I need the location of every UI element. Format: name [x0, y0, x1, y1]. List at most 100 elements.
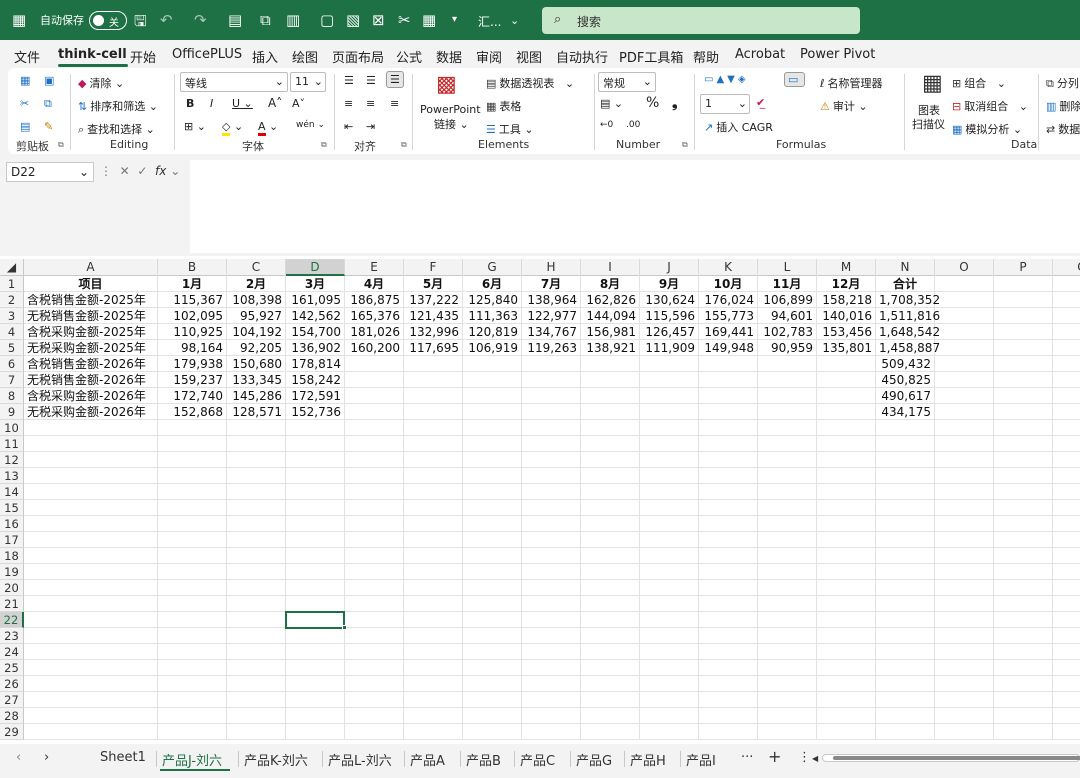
sheet-tab[interactable]: Sheet1: [100, 750, 146, 765]
header-cell[interactable]: 5月: [404, 276, 463, 292]
row-header-6[interactable]: 6: [0, 356, 24, 372]
empty-cell[interactable]: [463, 532, 522, 548]
empty-cell[interactable]: [24, 516, 158, 532]
empty-cell[interactable]: [286, 724, 345, 740]
clear-button[interactable]: ◆ 清除 ⌄: [78, 75, 124, 91]
empty-cell[interactable]: [24, 580, 158, 596]
value-cell[interactable]: [345, 372, 404, 388]
empty-cell[interactable]: [699, 500, 758, 516]
empty-cell[interactable]: [463, 548, 522, 564]
font-size-combo[interactable]: 11 ⌄: [290, 72, 326, 92]
value-cell[interactable]: 1,708,352: [876, 292, 940, 308]
empty-cell[interactable]: [758, 596, 817, 612]
empty-cell[interactable]: [522, 516, 581, 532]
empty-cell[interactable]: [404, 484, 463, 500]
empty-cell[interactable]: [404, 500, 463, 516]
empty-cell[interactable]: [286, 436, 345, 452]
column-header-q[interactable]: Q: [1053, 259, 1080, 276]
value-cell[interactable]: [404, 388, 463, 404]
row-label-cell[interactable]: 含税销售金额-2026年: [24, 356, 158, 372]
empty-cell[interactable]: [158, 692, 227, 708]
value-cell[interactable]: [404, 372, 463, 388]
empty-cell[interactable]: [1053, 500, 1080, 516]
column-header-f[interactable]: F: [404, 259, 463, 276]
empty-cell[interactable]: [158, 612, 227, 628]
empty-cell[interactable]: [994, 436, 1053, 452]
value-cell[interactable]: 122,977: [522, 308, 581, 324]
empty-cell[interactable]: [640, 532, 699, 548]
empty-cell[interactable]: [24, 660, 158, 676]
empty-cell[interactable]: [345, 660, 404, 676]
empty-cell[interactable]: [640, 708, 699, 724]
empty-cell[interactable]: [699, 468, 758, 484]
empty-cell[interactable]: [227, 724, 286, 740]
empty-cell[interactable]: [994, 628, 1053, 644]
empty-cell[interactable]: [758, 676, 817, 692]
empty-cell[interactable]: [1053, 676, 1080, 692]
row-label-cell[interactable]: 含税销售金额-2025年: [24, 292, 158, 308]
paste-icon[interactable]: ▣: [44, 74, 57, 87]
empty-cell[interactable]: [876, 692, 935, 708]
empty-cell[interactable]: [522, 564, 581, 580]
empty-cell[interactable]: [286, 516, 345, 532]
column-header-b[interactable]: B: [158, 259, 227, 276]
powerpoint-link-icon[interactable]: ▩: [436, 72, 457, 97]
empty-cell[interactable]: [935, 420, 994, 436]
empty-cell[interactable]: [817, 724, 876, 740]
value-cell[interactable]: 140,016: [817, 308, 876, 324]
empty-cell[interactable]: [227, 564, 286, 580]
empty-cell[interactable]: [876, 580, 935, 596]
insert-function-icon[interactable]: fx: [155, 164, 166, 178]
increase-indent-icon[interactable]: ⇥: [366, 120, 375, 133]
row-header-27[interactable]: 27: [0, 692, 24, 708]
value-cell[interactable]: 90,959: [758, 340, 817, 356]
empty-cell[interactable]: [758, 452, 817, 468]
column-header-a[interactable]: A: [24, 259, 158, 276]
value-cell[interactable]: [699, 388, 758, 404]
empty-cell[interactable]: [994, 548, 1053, 564]
row-label-cell[interactable]: 无税销售金额-2025年: [24, 308, 158, 324]
empty-cell[interactable]: [935, 308, 994, 324]
empty-cell[interactable]: [994, 420, 1053, 436]
empty-cell[interactable]: [1053, 276, 1080, 292]
empty-cell[interactable]: [286, 452, 345, 468]
scrollbar-thumb[interactable]: [833, 756, 1080, 760]
row-header-8[interactable]: 8: [0, 388, 24, 404]
empty-cell[interactable]: [404, 468, 463, 484]
empty-cell[interactable]: [994, 356, 1053, 372]
empty-cell[interactable]: [463, 580, 522, 596]
empty-cell[interactable]: [994, 452, 1053, 468]
empty-cell[interactable]: [345, 436, 404, 452]
value-cell[interactable]: [463, 388, 522, 404]
formula-input[interactable]: [190, 160, 1080, 253]
empty-cell[interactable]: [1053, 484, 1080, 500]
empty-cell[interactable]: [345, 484, 404, 500]
empty-cell[interactable]: [581, 596, 640, 612]
empty-cell[interactable]: [640, 420, 699, 436]
pivot-button[interactable]: ▤ 数据透视表 ⌄: [486, 75, 574, 91]
next-sheet-icon[interactable]: ›: [44, 750, 49, 765]
value-cell[interactable]: 145,286: [227, 388, 286, 404]
empty-cell[interactable]: [994, 484, 1053, 500]
empty-cell[interactable]: [640, 660, 699, 676]
empty-cell[interactable]: [935, 548, 994, 564]
empty-cell[interactable]: [463, 660, 522, 676]
empty-cell[interactable]: [286, 548, 345, 564]
value-cell[interactable]: [758, 404, 817, 420]
empty-cell[interactable]: [935, 516, 994, 532]
value-cell[interactable]: [404, 404, 463, 420]
row-header-23[interactable]: 23: [0, 628, 24, 644]
empty-cell[interactable]: [522, 420, 581, 436]
empty-cell[interactable]: [158, 436, 227, 452]
empty-cell[interactable]: [522, 452, 581, 468]
empty-cell[interactable]: [817, 644, 876, 660]
sheet-tab[interactable]: 产品K-刘六: [244, 750, 308, 769]
empty-cell[interactable]: [581, 500, 640, 516]
empty-cell[interactable]: [935, 324, 994, 340]
empty-cell[interactable]: [817, 692, 876, 708]
empty-cell[interactable]: [640, 484, 699, 500]
value-cell[interactable]: [581, 388, 640, 404]
empty-cell[interactable]: [935, 484, 994, 500]
header-cell[interactable]: 4月: [345, 276, 404, 292]
value-cell[interactable]: [817, 356, 876, 372]
